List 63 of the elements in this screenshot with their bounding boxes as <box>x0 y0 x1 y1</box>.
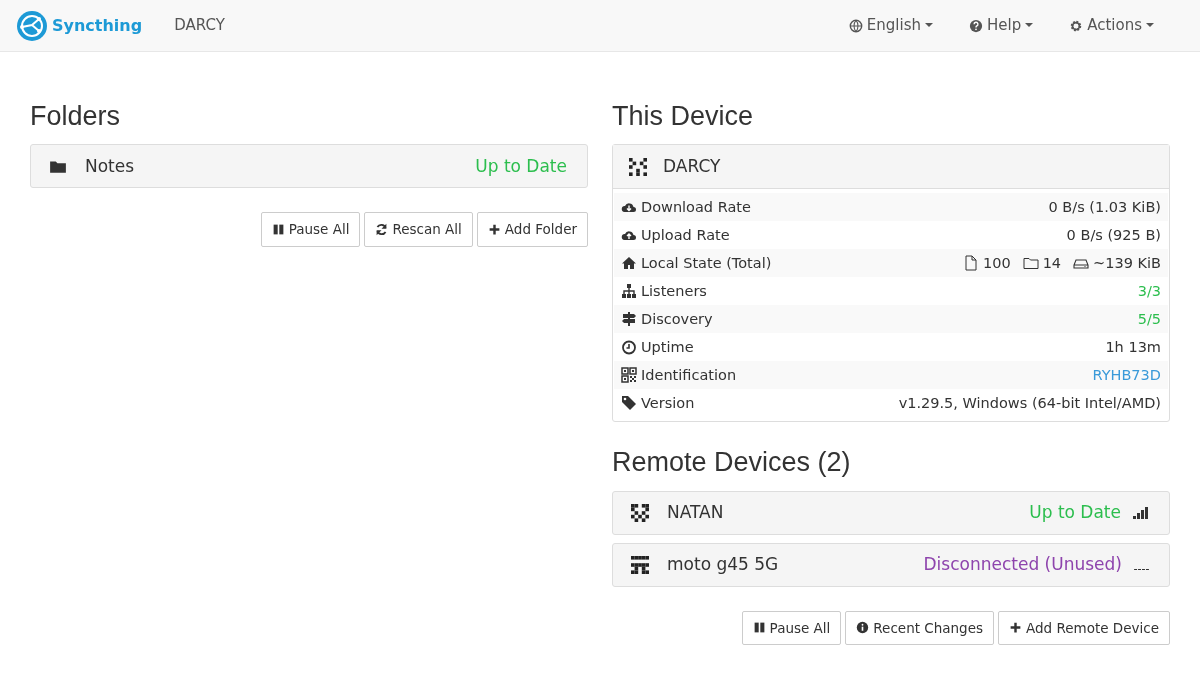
section-title: This Device <box>612 100 755 133</box>
refresh-icon <box>375 223 389 236</box>
qr-code-icon <box>621 367 637 384</box>
stat-label: Download Rate <box>641 197 751 217</box>
folder-name: Notes <box>85 154 135 178</box>
stat-value: 5/5 <box>1137 309 1161 329</box>
stat-label: Identification <box>641 365 737 385</box>
menu-dropdown[interactable]: Actions <box>1063 13 1160 38</box>
section-title: Remote Devices (2) <box>612 446 852 479</box>
section-title: Folders <box>30 100 122 133</box>
device-name: NATAN <box>667 501 724 525</box>
home-icon <box>621 255 637 272</box>
device-name: DARCY <box>663 155 721 179</box>
caret-icon <box>1146 23 1154 28</box>
device-name: DARCY <box>173 15 225 37</box>
add-button[interactable]: Add Remote Device <box>998 610 1170 646</box>
settings-icon <box>1069 18 1084 33</box>
tag-icon <box>621 395 637 412</box>
info-icon <box>856 621 870 635</box>
rescan-button[interactable]: Rescan All <box>364 212 473 247</box>
identicon-icon <box>629 157 647 176</box>
folder-panel[interactable]: Notes Up to Date <box>30 144 588 189</box>
signpost-icon <box>621 311 637 328</box>
help-icon <box>969 18 983 33</box>
info-button[interactable]: Recent Changes <box>845 610 994 646</box>
stat-value: 3/3 <box>1137 281 1161 301</box>
pause-icon <box>752 621 766 635</box>
stat-label: Upload Rate <box>641 225 730 245</box>
stat-label: Local State (Total) <box>641 253 772 273</box>
caret-icon <box>1025 23 1034 28</box>
status-text: Up to Date <box>1029 501 1121 525</box>
stat-label: Version <box>641 393 695 413</box>
status-text: Up to Date <box>475 154 567 178</box>
menu-dropdown[interactable]: Help <box>963 13 1040 38</box>
status-text: Disconnected (Unused) <box>923 553 1122 577</box>
identicon-icon <box>631 503 649 522</box>
device-panel[interactable]: moto g45 5G Disconnected (Unused) <box>612 542 1170 587</box>
folder-icon <box>1022 255 1039 272</box>
stat-value: 0 B/s (1.03 KiB) <box>1048 197 1161 217</box>
pause-button[interactable]: Pause All <box>741 610 842 646</box>
plus-icon <box>1009 621 1022 635</box>
file-icon <box>962 255 979 272</box>
stat-value: 14 <box>1042 253 1062 273</box>
stat-value: 0 B/s (925 B) <box>1066 225 1161 245</box>
pause-icon <box>271 223 285 236</box>
network-icon <box>621 283 637 300</box>
stat-value: v1.29.5, Windows (64-bit Intel/AMD) <box>898 393 1161 413</box>
stat-label: Listeners <box>641 281 707 301</box>
stat-label: Discovery <box>641 309 713 329</box>
identicon-icon <box>631 555 649 574</box>
caret-icon <box>925 23 933 28</box>
globe-icon <box>848 18 863 33</box>
stat-value: 100 <box>982 253 1011 273</box>
stat-value: 1h 13m <box>1105 337 1161 357</box>
device-name: moto g45 5G <box>667 553 779 577</box>
device-panel[interactable]: NATAN Up to Date <box>612 490 1170 535</box>
menu-dropdown[interactable]: English <box>842 13 939 38</box>
pause-button[interactable]: Pause All <box>260 212 361 247</box>
plus-icon <box>487 223 501 236</box>
add-button[interactable]: Add Folder <box>476 212 588 247</box>
stat-label: Uptime <box>641 337 694 357</box>
stat-value: ~139 KiB <box>1093 253 1161 273</box>
clock-icon <box>621 339 637 356</box>
